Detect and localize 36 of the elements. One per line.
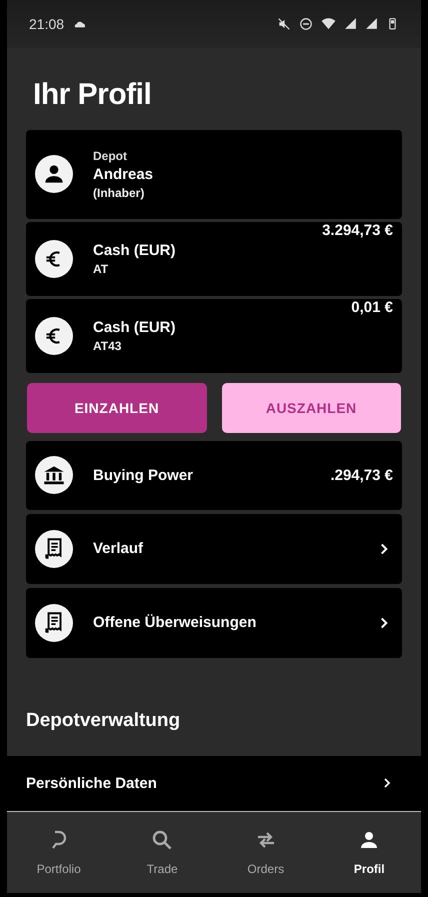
account-name: Cash (EUR) (93, 242, 177, 259)
settings-row[interactable]: Persönliche Daten (7, 756, 421, 811)
do-not-disturb-icon (299, 16, 313, 31)
wifi-icon (321, 16, 336, 32)
item-label: Verlauf (93, 540, 144, 558)
mute-icon (277, 16, 291, 31)
menu-item[interactable]: Verlauf (26, 514, 402, 584)
amount: 3.294,73 € (322, 222, 393, 239)
deposit-button[interactable]: EINZAHLEN (27, 382, 206, 433)
withdraw-button[interactable]: AUSZAHLEN (222, 382, 401, 433)
page-title: Ihr Profil (32, 76, 152, 113)
account-name: Cash (EUR) (93, 318, 177, 336)
amount: 0,01 € (351, 298, 393, 316)
section-heading: Depotverwaltung (25, 708, 182, 733)
signal-icon (344, 17, 357, 30)
signal-icon (365, 17, 378, 30)
status-time: 21:08 (29, 16, 64, 32)
receipt-icon (35, 530, 73, 568)
depot-label: Depot (93, 148, 128, 163)
menu-item[interactable]: Offene Überweisungen (26, 588, 402, 658)
person-icon (35, 155, 73, 194)
account-number: AT43 (93, 338, 122, 353)
euro-icon (35, 240, 73, 278)
amount: .294,73 € (330, 466, 393, 484)
nav-tab[interactable]: Trade (110, 812, 214, 893)
euro-icon (35, 316, 73, 355)
nav-tab[interactable]: Portfolio (7, 812, 110, 893)
account-name: Andreas (93, 166, 154, 183)
receipt-icon (35, 604, 73, 642)
item-label: Buying Power (93, 466, 194, 484)
account-number: AT (93, 262, 110, 276)
nav-tab[interactable]: Profil (318, 812, 421, 893)
account-role: (Inhaber) (93, 186, 146, 200)
nav-tab[interactable]: Orders (214, 812, 318, 893)
bank-icon (35, 456, 73, 494)
item-label: Offene Überweisungen (93, 614, 258, 632)
